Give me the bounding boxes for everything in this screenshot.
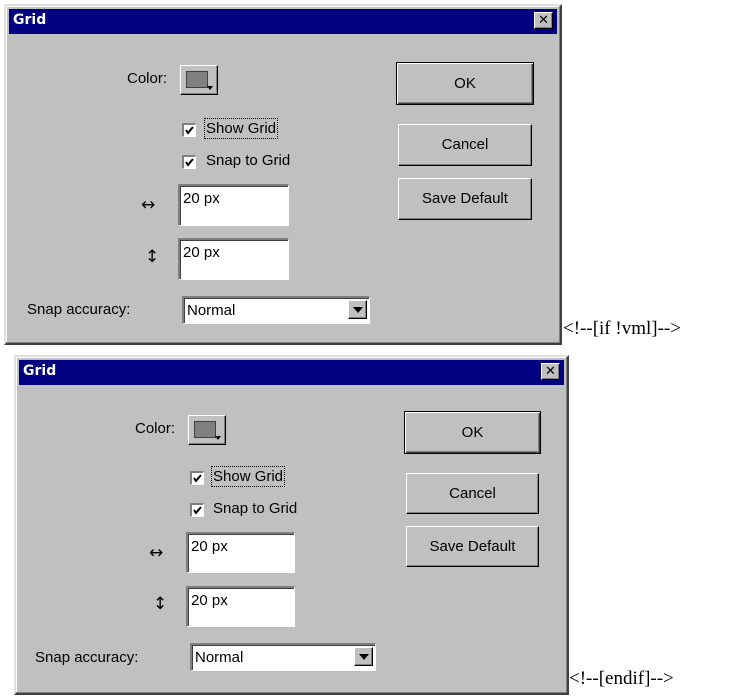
snap-accuracy-select[interactable]: Normal bbox=[182, 296, 370, 324]
snap-accuracy-value: Normal bbox=[187, 302, 236, 319]
dropdown-arrow-icon[interactable] bbox=[348, 300, 367, 319]
save-default-button[interactable]: Save Default bbox=[406, 526, 539, 567]
show-grid-checkbox[interactable] bbox=[190, 471, 204, 485]
title-bar[interactable]: Grid ✕ bbox=[9, 9, 557, 34]
cancel-button[interactable]: Cancel bbox=[406, 473, 539, 514]
dialog-title: Grid bbox=[23, 363, 57, 379]
snap-accuracy-select[interactable]: Normal bbox=[190, 643, 376, 671]
vertical-spacing-input[interactable]: 20 px bbox=[178, 238, 289, 280]
color-label: Color: bbox=[127, 70, 168, 87]
checkmark-icon bbox=[193, 474, 202, 483]
vertical-spacing-input[interactable]: 20 px bbox=[186, 586, 295, 627]
snap-to-grid-checkbox[interactable] bbox=[182, 155, 196, 169]
snap-to-grid-checkbox[interactable] bbox=[190, 503, 204, 517]
vertical-spacing-icon: ↕ bbox=[153, 594, 168, 614]
grid-dialog: Grid ✕ Color: Show Grid Snap to Grid ↔ 2… bbox=[14, 355, 569, 695]
ok-button[interactable]: OK bbox=[396, 62, 534, 105]
html-comment-text: <!--[endif]--> bbox=[569, 668, 674, 689]
snap-to-grid-label[interactable]: Snap to Grid bbox=[206, 152, 290, 169]
show-grid-label[interactable]: Show Grid bbox=[210, 466, 286, 487]
close-icon: ✕ bbox=[545, 364, 556, 379]
html-comment-text: <!--[if !vml]--> bbox=[563, 318, 681, 339]
dialog-title: Grid bbox=[13, 12, 47, 28]
close-button[interactable]: ✕ bbox=[534, 12, 553, 29]
save-default-button[interactable]: Save Default bbox=[398, 178, 532, 220]
checkmark-icon bbox=[185, 158, 194, 167]
ok-button[interactable]: OK bbox=[404, 411, 541, 454]
close-button[interactable]: ✕ bbox=[541, 363, 560, 380]
show-grid-label[interactable]: Show Grid bbox=[203, 118, 279, 139]
color-swatch bbox=[194, 421, 216, 438]
color-label: Color: bbox=[135, 420, 176, 437]
color-picker-button[interactable] bbox=[180, 65, 218, 95]
horizontal-spacing-icon: ↔ bbox=[149, 543, 164, 563]
checkmark-icon bbox=[193, 506, 202, 515]
color-swatch bbox=[186, 71, 208, 88]
title-bar[interactable]: Grid ✕ bbox=[19, 360, 564, 385]
chevron-down-icon bbox=[215, 436, 221, 440]
snap-accuracy-label: Snap accuracy: bbox=[35, 649, 139, 666]
horizontal-spacing-input[interactable]: 20 px bbox=[186, 532, 295, 573]
horizontal-spacing-input[interactable]: 20 px bbox=[178, 184, 289, 226]
snap-to-grid-label[interactable]: Snap to Grid bbox=[213, 500, 297, 517]
snap-accuracy-value: Normal bbox=[195, 649, 244, 666]
snap-accuracy-label: Snap accuracy: bbox=[27, 301, 131, 318]
show-grid-checkbox[interactable] bbox=[182, 123, 196, 137]
checkmark-icon bbox=[185, 126, 194, 135]
vertical-spacing-icon: ↕ bbox=[145, 247, 160, 267]
close-icon: ✕ bbox=[538, 13, 549, 28]
dropdown-arrow-icon[interactable] bbox=[354, 647, 373, 666]
chevron-down-icon bbox=[207, 86, 213, 90]
color-picker-button[interactable] bbox=[188, 415, 226, 445]
cancel-button[interactable]: Cancel bbox=[398, 124, 532, 166]
horizontal-spacing-icon: ↔ bbox=[141, 195, 156, 215]
grid-dialog: Grid ✕ Color: Show Grid Snap to Grid ↔ 2… bbox=[4, 4, 562, 345]
